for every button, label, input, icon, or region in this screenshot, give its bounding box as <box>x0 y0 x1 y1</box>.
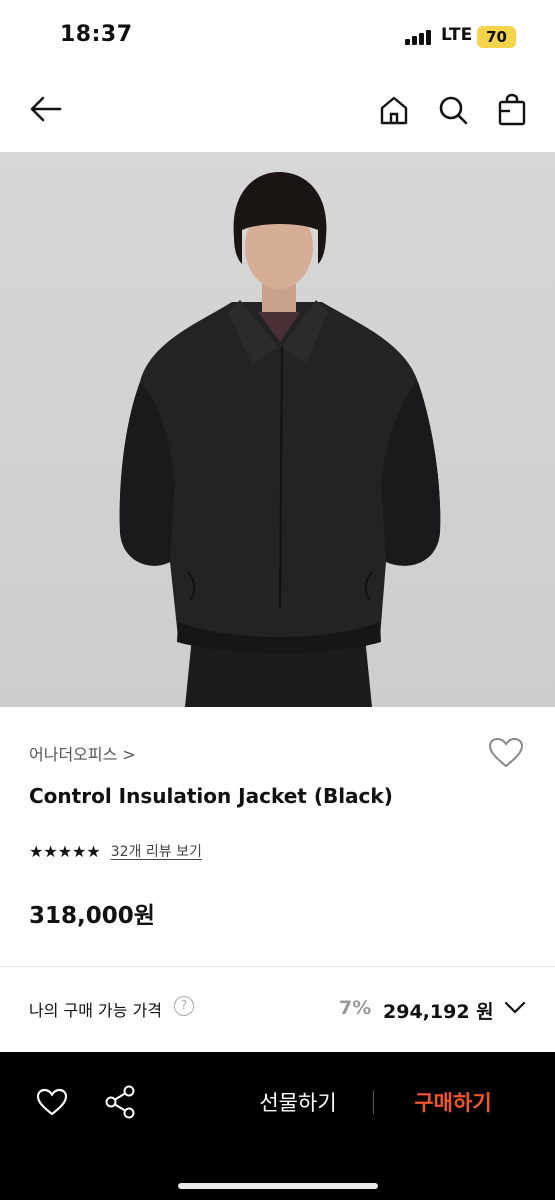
status-time: 18:37 <box>60 22 133 47</box>
help-icon[interactable]: ? <box>174 996 194 1016</box>
product-title: Control Insulation Jacket (Black) <box>29 784 393 808</box>
discount-rate: 7% <box>339 997 372 1019</box>
status-bar: 18:37 LTE 70 <box>0 0 555 72</box>
buy-button[interactable]: 구매하기 <box>386 1086 520 1118</box>
rating-row: ★★★★★ 32개 리뷰 보기 <box>29 840 202 862</box>
search-icon[interactable] <box>437 94 469 126</box>
product-price: 318,000원 <box>29 903 155 929</box>
discount-price: 294,192 원 <box>383 1001 494 1023</box>
wishlist-heart-icon[interactable] <box>488 737 524 769</box>
my-price-label: 나의 구매 가능 가격 <box>29 1001 163 1020</box>
rating-stars-icon: ★★★★★ <box>29 841 101 861</box>
gift-button[interactable]: 선물하기 <box>228 1086 368 1118</box>
network-type: LTE <box>441 25 473 45</box>
top-nav <box>0 72 555 152</box>
button-divider <box>373 1090 374 1114</box>
signal-icon <box>405 29 433 45</box>
shopping-bag-icon[interactable] <box>497 93 527 126</box>
product-image[interactable] <box>0 152 555 707</box>
home-indicator <box>178 1183 378 1189</box>
battery-icon: 70 <box>477 26 516 48</box>
share-icon[interactable] <box>104 1085 136 1119</box>
back-arrow-icon[interactable] <box>28 94 62 124</box>
chevron-down-icon[interactable] <box>503 998 527 1018</box>
bottom-action-bar: 선물하기 구매하기 <box>0 1052 555 1200</box>
brand-link[interactable]: 어나더오피스 > <box>29 741 136 765</box>
divider <box>0 966 555 967</box>
jacket-photo <box>0 152 555 707</box>
home-icon[interactable] <box>378 94 410 126</box>
review-link[interactable]: 32개 리뷰 보기 <box>111 841 202 861</box>
heart-icon[interactable] <box>36 1088 68 1116</box>
